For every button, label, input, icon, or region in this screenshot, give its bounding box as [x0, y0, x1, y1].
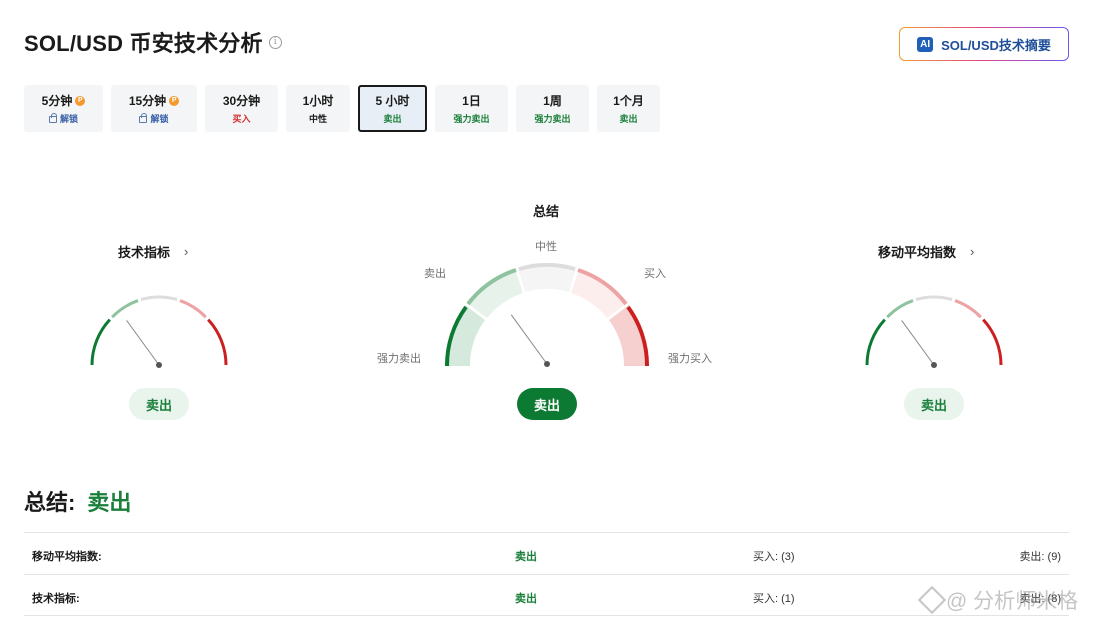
gauge-pivot	[931, 362, 937, 368]
chevron-right-icon: ›	[970, 244, 975, 259]
tab-1h[interactable]: 1小时 中性	[286, 85, 350, 132]
gauge-arc-strong-buy	[207, 318, 228, 366]
watermark-text: @ 分析师米格	[946, 590, 1079, 613]
row-name: 技术指标:	[32, 593, 80, 605]
gauge-arc-neutral	[915, 295, 953, 301]
tab-status: 强力卖出	[453, 114, 490, 124]
summary-gauge-title: 总结	[533, 204, 560, 219]
row-name: 移动平均指数:	[32, 551, 102, 563]
title-row: SOL/USD 币安技术分析 i	[24, 26, 282, 58]
table-row: 移动平均指数: 卖出 买入: (3) 卖出: (9)	[24, 532, 1069, 574]
ai-summary-label: SOL/USD技术摘要	[941, 37, 1051, 53]
page-title: SOL/USD 币安技术分析	[24, 31, 263, 56]
chevron-right-icon: ›	[184, 244, 189, 259]
moving-avg-result-badge: 卖出	[904, 388, 964, 420]
table-row: 技术指标: 卖出 买入: (1) 卖出: (8)	[24, 574, 1069, 616]
tab-status: 解锁	[59, 114, 78, 124]
summary-heading-value: 卖出	[87, 490, 132, 515]
technical-gauge-label: 技术指标	[118, 245, 171, 260]
gauge-label-strong-buy: 强力买入	[668, 353, 712, 365]
tab-5m[interactable]: 5分钟 P 解锁	[24, 85, 103, 132]
summary-heading-label: 总结:	[24, 490, 76, 515]
summary-table: 移动平均指数: 卖出 买入: (3) 卖出: (9) 技术指标: 卖出 买入: …	[24, 532, 1069, 616]
tab-label: 1日	[462, 94, 481, 108]
tab-status: 卖出	[619, 114, 638, 124]
tab-1w[interactable]: 1周 强力卖出	[516, 85, 589, 132]
gauge-needle	[510, 314, 548, 365]
tab-status: 买入	[232, 114, 251, 124]
tab-label: 1个月	[613, 94, 644, 108]
tab-1mo[interactable]: 1个月 卖出	[597, 85, 660, 132]
tab-label: 30分钟	[222, 94, 261, 108]
gauge-arc-strong-buy	[982, 318, 1003, 366]
gauge-arc-sell	[886, 299, 914, 319]
tab-1d[interactable]: 1日 强力卖出	[435, 85, 508, 132]
moving-avg-gauge	[865, 295, 1003, 368]
gauge-arc-buy	[954, 299, 982, 319]
gauge-arc-buy	[179, 299, 207, 319]
tab-status: 卖出	[383, 114, 402, 124]
lock-icon	[48, 113, 57, 123]
gauge-needle	[126, 320, 160, 366]
row-signal: 卖出	[515, 551, 537, 563]
lock-icon	[139, 113, 148, 123]
watermark-logo-icon	[917, 585, 947, 615]
gauge-label-strong-sell: 强力卖出	[377, 353, 421, 365]
row-buy-count: 买入: (3)	[753, 551, 795, 563]
tab-30m[interactable]: 30分钟 买入	[205, 85, 278, 132]
tab-5h[interactable]: 5 小时 卖出	[358, 85, 427, 132]
watermark: @ 分析师米格	[917, 585, 1079, 615]
technical-gauge	[90, 295, 228, 368]
info-icon[interactable]: i	[268, 35, 282, 49]
tab-label: 1小时	[302, 94, 334, 108]
tab-status: 强力卖出	[534, 114, 571, 124]
pro-icon: P	[169, 95, 180, 106]
tab-label: 15分钟	[128, 94, 167, 108]
row-signal: 卖出	[515, 593, 537, 605]
summary-gauge	[444, 263, 650, 367]
ai-summary-button[interactable]: AI SOL/USD技术摘要	[899, 27, 1069, 61]
gauge-arc-strong-sell	[865, 318, 886, 366]
pro-icon: P	[75, 95, 86, 106]
summary-heading: 总结: 卖出	[24, 485, 131, 517]
technical-gauge-title[interactable]: 技术指标 ›	[118, 242, 188, 261]
gauge-pivot	[544, 361, 550, 367]
technical-result-badge: 卖出	[129, 388, 189, 420]
tab-label: 5分钟	[41, 94, 73, 108]
gauge-arc-strong-sell	[90, 318, 111, 366]
tab-15m[interactable]: 15分钟 P 解锁	[111, 85, 197, 132]
timeframe-tabs: 5分钟 P 解锁 15分钟 P 解锁 30分钟 买入 1小时 中性 5 小时 卖出 …	[24, 85, 660, 132]
row-sell-count: 卖出: (9)	[1019, 551, 1061, 563]
gauge-pivot	[156, 362, 162, 368]
tab-status: 中性	[308, 114, 327, 124]
summary-result-badge: 卖出	[517, 388, 577, 420]
row-buy-count: 买入: (1)	[753, 593, 795, 605]
gauge-arc-sell	[111, 299, 139, 319]
tab-status: 解锁	[150, 114, 169, 124]
gauge-needle	[901, 320, 935, 366]
moving-avg-gauge-label: 移动平均指数	[878, 245, 957, 260]
gauge-label-neutral: 中性	[535, 241, 557, 253]
tab-label: 5 小时	[375, 94, 410, 108]
ai-icon: AI	[917, 36, 934, 52]
tab-label: 1周	[543, 94, 562, 108]
moving-avg-gauge-title[interactable]: 移动平均指数 ›	[878, 242, 974, 261]
gauge-arc-neutral	[140, 295, 178, 301]
